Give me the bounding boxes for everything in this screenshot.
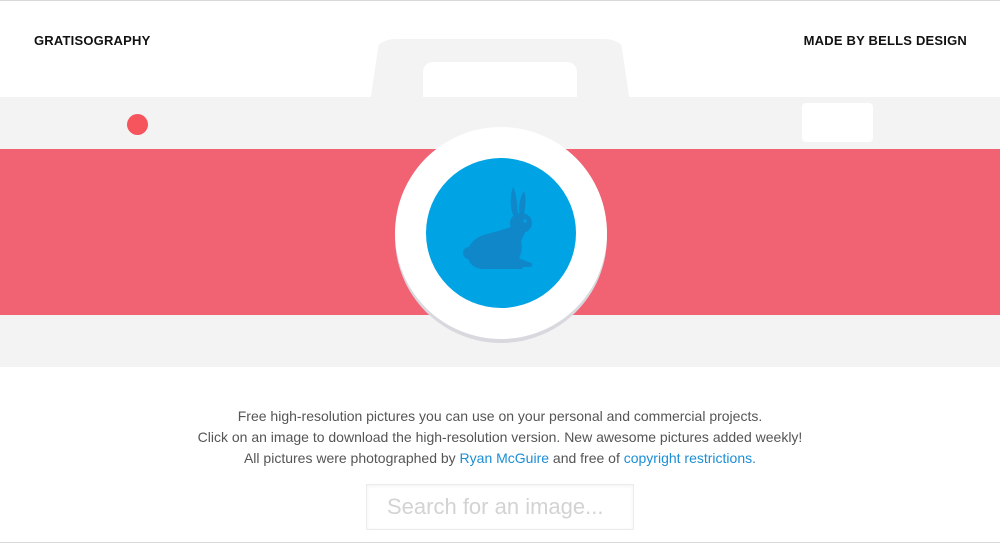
made-by-link[interactable]: MADE BY BELLS DESIGN — [804, 33, 967, 48]
intro-line-2: Click on an image to download the high-r… — [197, 429, 803, 445]
rabbit-icon — [463, 187, 533, 269]
intro-line-3-middle: and free of — [549, 450, 624, 466]
camera-indicator-dot — [127, 114, 148, 135]
intro-line-3: All pictures were photographed by Ryan M… — [0, 448, 1000, 469]
intro-line-3-start: All pictures were photographed by — [243, 450, 460, 466]
camera-viewfinder — [802, 103, 873, 142]
intro-text: Free high-resolution pictures you can us… — [0, 406, 1000, 469]
search-box — [366, 484, 634, 530]
intro-line-1: Free high-resolution pictures you can us… — [237, 408, 763, 424]
photographer-link[interactable]: Ryan McGuire — [460, 450, 549, 466]
camera-top-window — [423, 62, 577, 102]
copyright-link[interactable]: copyright restrictions. — [624, 450, 756, 466]
page: GRATISOGRAPHY MADE BY BELLS DESIGN Free … — [0, 0, 1000, 543]
search-input[interactable] — [367, 485, 633, 529]
site-logo-link[interactable]: GRATISOGRAPHY — [34, 33, 150, 48]
